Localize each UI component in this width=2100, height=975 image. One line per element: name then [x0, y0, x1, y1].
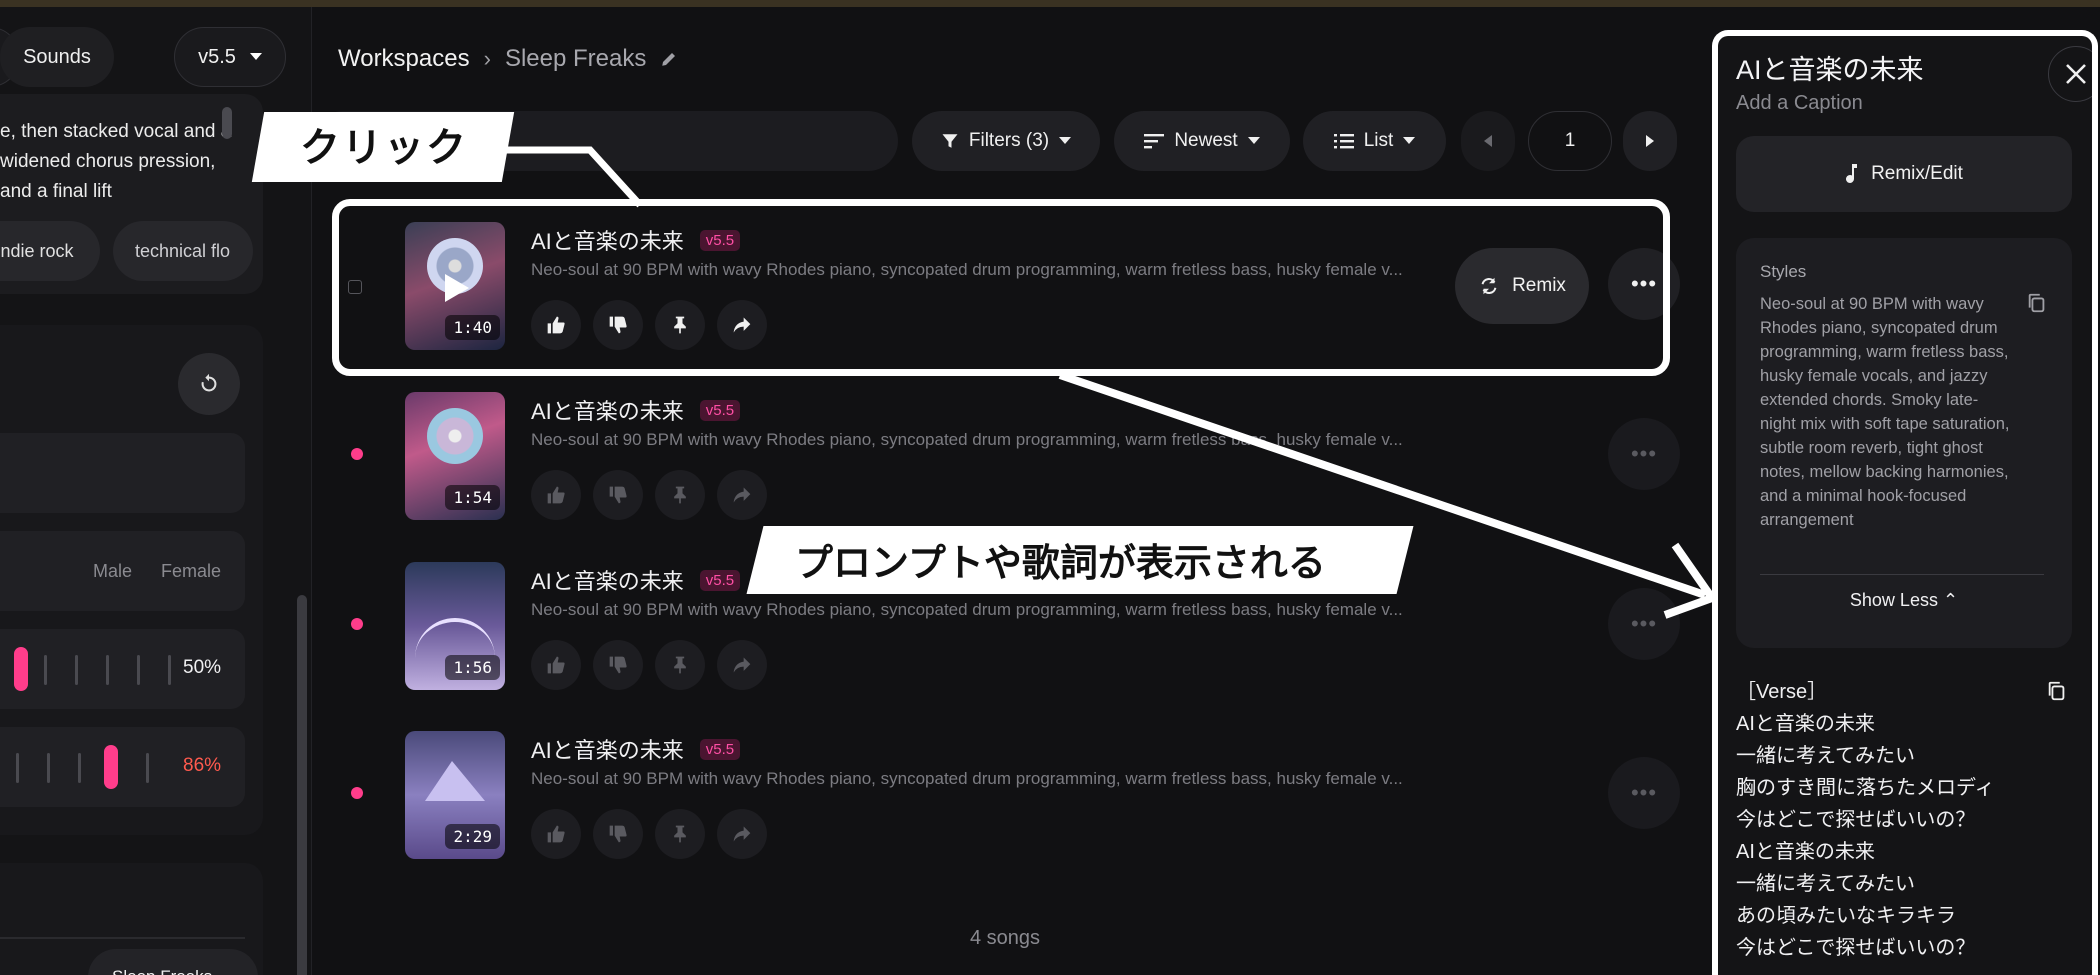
- prompt-callout-text: プロンプトや歌詞が表示される: [795, 543, 1326, 585]
- click-callout-text: クリック: [300, 126, 468, 170]
